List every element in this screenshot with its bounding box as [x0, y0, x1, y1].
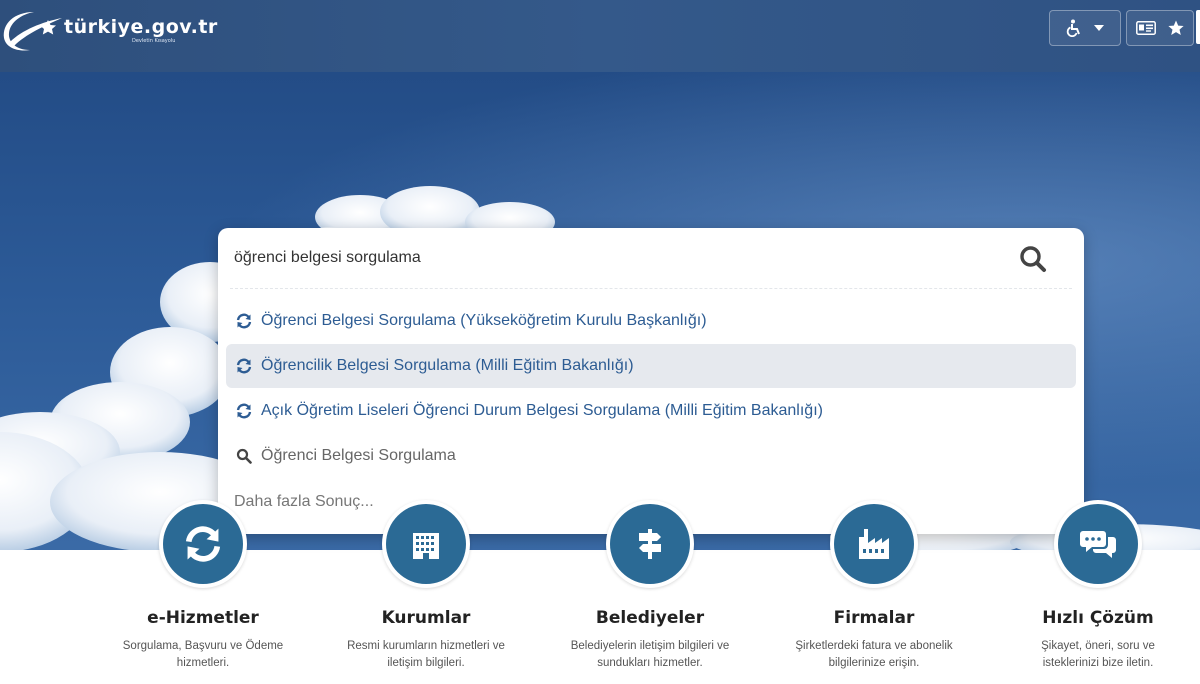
search-divider [230, 288, 1072, 289]
chevron-down-icon [1094, 25, 1104, 31]
search-result-label: Öğrencilik Belgesi Sorgulama (Milli Eğit… [261, 357, 634, 374]
signpost-icon [639, 529, 661, 559]
partial-header-button[interactable] [1196, 10, 1200, 44]
category-description-line: Şirketlerdeki fatura ve abonelik [795, 640, 953, 652]
category-description-line: iletişim bilgileri. [387, 657, 465, 669]
service-refresh-icon [236, 358, 252, 374]
category-icon-circle[interactable] [606, 500, 694, 588]
building-icon [413, 533, 439, 559]
category-icon-circle[interactable] [1054, 500, 1142, 588]
category-title[interactable]: e-Hizmetler [88, 608, 318, 628]
service-refresh-icon [236, 403, 252, 419]
search-result-label: Öğrenci Belgesi Sorgulama (Yükseköğretim… [261, 312, 707, 329]
category-icon-circle[interactable] [830, 500, 918, 588]
search-panel: Öğrenci Belgesi Sorgulama (Yükseköğretim… [218, 228, 1084, 534]
category-description-line: sundukları hizmetler. [597, 657, 703, 669]
search-result-item[interactable]: Açık Öğretim Liseleri Öğrenci Durum Belg… [226, 389, 1076, 433]
accessibility-menu-button[interactable] [1049, 10, 1121, 46]
top-navigation-bar: türkiye.gov.tr Devletin Kısayolu [0, 0, 1200, 72]
category-description-line: hizmetleri. [176, 657, 230, 669]
category-title[interactable]: Firmalar [759, 608, 989, 628]
id-card-icon [1136, 21, 1156, 35]
category-icon-circle[interactable] [159, 500, 247, 588]
category-e-hizmetler[interactable]: e-Hizmetler Sorgulama, Başvuru ve Ödeme … [88, 500, 318, 684]
factory-icon [859, 529, 889, 559]
category-title[interactable]: Belediyeler [535, 608, 765, 628]
search-suggestion-label: Öğrenci Belgesi Sorgulama [261, 447, 456, 464]
search-icon[interactable] [1018, 244, 1048, 274]
logo-tagline: Devletin Kısayolu [132, 38, 176, 44]
logo-crescent-star-icon [3, 12, 62, 51]
category-description: Şikayet, öneri, soru ve isteklerinizi bi… [983, 638, 1200, 672]
star-icon [1168, 20, 1184, 35]
category-belediyeler[interactable]: Belediyeler Belediyelerin iletişim bilgi… [535, 500, 765, 684]
category-description-line: Sorgulama, Başvuru ve Ödeme [122, 640, 284, 652]
category-firmalar[interactable]: Firmalar Şirketlerdeki fatura ve aboneli… [759, 500, 989, 684]
category-description: Resmi kurumların hizmetleri ve iletişim … [311, 638, 541, 672]
chat-bubbles-icon [1080, 531, 1116, 558]
search-result-item[interactable]: Öğrenci Belgesi Sorgulama (Yükseköğretim… [226, 299, 1076, 343]
e-devlet-login-button[interactable] [1126, 10, 1194, 46]
category-description: Sorgulama, Başvuru ve Ödeme hizmetleri. [88, 638, 318, 672]
search-suggestion-item[interactable]: Öğrenci Belgesi Sorgulama [226, 434, 1076, 478]
wheelchair-icon [1066, 19, 1080, 37]
search-input[interactable] [234, 246, 1004, 270]
category-description-line: Belediyelerin iletişim bilgileri ve [570, 640, 730, 652]
category-description: Belediyelerin iletişim bilgileri ve sund… [535, 638, 765, 672]
category-description-line: Resmi kurumların hizmetleri ve [347, 640, 505, 652]
category-description: Şirketlerdeki fatura ve abonelik bilgile… [759, 638, 989, 672]
category-title[interactable]: Kurumlar [311, 608, 541, 628]
site-logo[interactable]: türkiye.gov.tr Devletin Kısayolu [0, 6, 240, 54]
category-description-line: Şikayet, öneri, soru ve [1041, 640, 1155, 652]
category-kurumlar[interactable]: Kurumlar Resmi kurumların hizmetleri ve … [311, 500, 541, 684]
category-title[interactable]: Hızlı Çözüm [983, 608, 1200, 628]
category-hizli-cozum[interactable]: Hızlı Çözüm Şikayet, öneri, soru ve iste… [983, 500, 1200, 684]
search-result-label: Açık Öğretim Liseleri Öğrenci Durum Belg… [261, 402, 823, 419]
category-icon-circle[interactable] [382, 500, 470, 588]
category-description-line: isteklerinizi bize iletin. [1042, 657, 1154, 669]
service-refresh-icon [236, 313, 252, 329]
search-result-item-highlighted[interactable]: Öğrencilik Belgesi Sorgulama (Milli Eğit… [226, 344, 1076, 388]
search-icon [236, 448, 252, 464]
logo-text: türkiye.gov.tr [64, 16, 218, 38]
refresh-icon [185, 526, 221, 562]
category-description-line: bilgilerinize erişin. [828, 657, 920, 669]
